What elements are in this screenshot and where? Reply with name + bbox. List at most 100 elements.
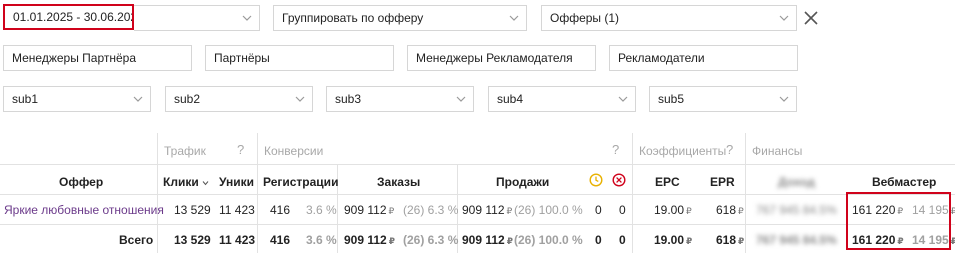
col-sales[interactable]: Продажи	[496, 175, 549, 189]
date-range-field[interactable]: 01.01.2025 - 30.06.2025	[3, 4, 134, 30]
sub1-select[interactable]: sub1	[3, 86, 151, 112]
col-webmaster[interactable]: Вебмастер	[872, 175, 936, 189]
advertisers-label: Рекламодатели	[618, 51, 705, 65]
date-range-value: 01.01.2025 - 30.06.2025	[13, 10, 134, 24]
chevron-down-icon	[779, 96, 789, 102]
offers-value: Офферы (1)	[550, 11, 620, 25]
ruble-sign: ₽	[950, 206, 955, 216]
offers-select[interactable]: Офферы (1)	[541, 5, 797, 31]
sub4-select[interactable]: sub4	[488, 86, 636, 112]
col-uniques[interactable]: Уники	[219, 175, 254, 189]
sub2-select[interactable]: sub2	[165, 86, 313, 112]
ruble-sign: ₽	[686, 236, 693, 246]
sales-sum-value: 909 112	[462, 203, 505, 217]
cell-orders-sum: 909 112 ₽	[344, 233, 395, 247]
advertiser-managers-select[interactable]: Менеджеры Рекламодателя	[407, 45, 596, 71]
offer-link[interactable]: Яркие любовные отношения	[4, 203, 164, 217]
cell-advertiser-finance: 767 945 84.5%	[756, 233, 837, 247]
ruble-sign: ₽	[506, 236, 513, 246]
chevron-down-icon	[133, 96, 143, 102]
ruble-sign: ₽	[506, 206, 513, 216]
sub1-label: sub1	[12, 92, 39, 106]
advertiser-pct-value: 84.5%	[802, 203, 837, 217]
partner-managers-select[interactable]: Менеджеры Партнёра	[3, 45, 192, 71]
ruble-sign: ₽	[738, 206, 744, 216]
col-epr[interactable]: EPR	[710, 175, 735, 189]
total-label: Всего	[119, 233, 154, 247]
help-icon[interactable]: ?	[726, 142, 733, 157]
group-traffic: Трафик	[164, 144, 206, 158]
sub3-select[interactable]: sub3	[326, 86, 474, 112]
ruble-sign: ₽	[738, 236, 745, 246]
partners-label: Партнёры	[214, 51, 270, 65]
cell-epc: 19.00 ₽	[654, 233, 692, 247]
webmaster-highlight-box	[846, 192, 951, 250]
cell-orders-sum: 909 112 ₽	[344, 203, 394, 217]
chevron-down-icon	[509, 15, 519, 21]
sort-desc-icon	[202, 181, 209, 186]
chevron-down-icon	[779, 15, 789, 21]
epc-value: 19.00	[654, 233, 685, 247]
group-conversions: Конверсии	[264, 144, 324, 158]
cell-sales-sum: 909 112 ₽	[462, 203, 512, 217]
cell-orders-info: (26) 6.3 %	[403, 203, 459, 217]
col-registrations[interactable]: Регистрации	[263, 175, 338, 189]
col-orders[interactable]: Заказы	[377, 175, 420, 189]
sub3-label: sub3	[335, 92, 362, 106]
ruble-sign: ₽	[950, 236, 955, 246]
cell-orders-info: (26) 6.3 %	[403, 233, 459, 247]
cell-registrations: 416	[270, 233, 291, 247]
help-icon[interactable]: ?	[612, 142, 619, 157]
cell-clicks: 13 529	[174, 203, 211, 217]
chevron-down-icon	[618, 96, 628, 102]
epr-value: 618	[716, 233, 737, 247]
column-divider	[745, 133, 746, 253]
group-finances: Финансы	[752, 144, 803, 158]
chevron-down-icon	[242, 15, 252, 21]
cell-sales-info: (26) 100.0 %	[514, 233, 583, 247]
advertiser-sum-value: 767 945	[756, 203, 800, 217]
advertisers-select[interactable]: Рекламодатели	[609, 45, 798, 71]
col-epc[interactable]: EPC	[655, 175, 680, 189]
partners-select[interactable]: Партнёры	[205, 45, 394, 71]
ruble-sign: ₽	[686, 206, 692, 216]
table-divider	[0, 194, 955, 195]
cell-sales-info: (26) 100.0 %	[514, 203, 583, 217]
close-icon[interactable]	[803, 10, 819, 26]
grouping-select[interactable]: Группировать по офферу	[273, 5, 527, 31]
cell-pending: 0	[595, 203, 602, 217]
col-advertiser-finance: Доход	[778, 175, 815, 189]
column-divider	[157, 133, 158, 253]
grouping-value: Группировать по офферу	[282, 11, 424, 25]
cell-pending: 0	[595, 233, 602, 247]
sub2-label: sub2	[174, 92, 201, 106]
table-divider	[0, 164, 955, 165]
col-clicks[interactable]: Клики	[163, 175, 209, 189]
cancel-circle-icon	[612, 173, 626, 187]
ruble-sign: ₽	[388, 206, 395, 216]
epr-value: 618	[716, 203, 737, 217]
cell-rejected: 0	[619, 233, 626, 247]
cell-registrations: 416	[270, 203, 291, 217]
cell-rejected: 0	[619, 203, 626, 217]
help-icon[interactable]: ?	[237, 142, 244, 157]
sales-sum-value: 909 112	[462, 233, 505, 247]
sub5-select[interactable]: sub5	[649, 86, 797, 112]
col-clicks-label: Клики	[163, 175, 199, 189]
epc-value: 19.00	[654, 203, 685, 217]
column-divider	[632, 133, 633, 253]
chevron-down-icon	[456, 96, 466, 102]
cell-uniques: 11 423	[219, 233, 256, 247]
partner-managers-label: Менеджеры Партнёра	[12, 51, 137, 65]
cell-epr: 618 ₽	[716, 203, 744, 217]
clock-icon	[589, 173, 603, 187]
chevron-down-icon	[295, 96, 305, 102]
cell-clicks: 13 529	[174, 233, 211, 247]
cell-advertiser-finance: 767 945 84.5%	[756, 203, 837, 217]
date-range-dropdown[interactable]	[134, 5, 260, 31]
sub4-label: sub4	[497, 92, 524, 106]
cell-uniques: 11 423	[219, 203, 255, 217]
cell-registrations-pct: 3.6 %	[306, 203, 337, 217]
cell-sales-sum: 909 112 ₽	[462, 233, 513, 247]
table-divider	[0, 224, 955, 225]
